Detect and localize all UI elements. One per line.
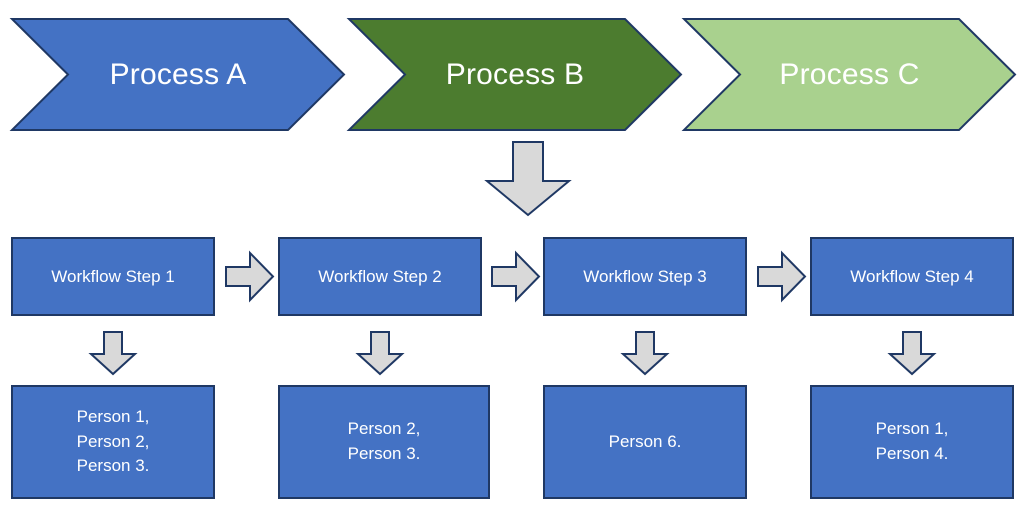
- person-group-4-box[interactable]: Person 1, Person 4.: [810, 385, 1014, 499]
- workflow-step-3-label: Workflow Step 3: [583, 266, 707, 286]
- workflow-step-4-label: Workflow Step 4: [850, 266, 974, 286]
- person-group-1-label: Person 1, Person 2, Person 3.: [76, 407, 150, 476]
- down-arrow-icon: [887, 331, 937, 376]
- process-b-label: Process B: [445, 58, 585, 91]
- right-arrow-icon: [225, 250, 275, 303]
- workflow-step-4-box[interactable]: Workflow Step 4: [810, 237, 1014, 316]
- process-chevron-a[interactable]: Process A: [9, 18, 346, 131]
- person-connector-1: [88, 331, 138, 376]
- step-connector-1-2: [225, 250, 275, 303]
- person-group-2-box[interactable]: Person 2, Person 3.: [278, 385, 490, 499]
- person-group-2-label: Person 2, Person 3.: [347, 419, 421, 463]
- person-group-3-label: Person 6.: [608, 431, 682, 451]
- workflow-step-2-label: Workflow Step 2: [318, 266, 442, 286]
- main-down-arrow: [484, 141, 572, 217]
- down-arrow-icon: [484, 141, 572, 217]
- process-c-label: Process C: [779, 58, 920, 91]
- workflow-step-1-label: Workflow Step 1: [51, 266, 175, 286]
- right-arrow-icon: [757, 250, 807, 303]
- diagram-canvas: Process A Process B Process C Workflow S…: [0, 0, 1024, 511]
- process-a-label: Process A: [109, 58, 247, 91]
- step-connector-3-4: [757, 250, 807, 303]
- workflow-step-1-box[interactable]: Workflow Step 1: [11, 237, 215, 316]
- person-group-3-box[interactable]: Person 6.: [543, 385, 747, 499]
- person-connector-2: [355, 331, 405, 376]
- person-group-4-label: Person 1, Person 4.: [875, 419, 949, 463]
- person-connector-4: [887, 331, 937, 376]
- down-arrow-icon: [88, 331, 138, 376]
- down-arrow-icon: [355, 331, 405, 376]
- process-chevron-b[interactable]: Process B: [346, 18, 683, 131]
- workflow-step-3-box[interactable]: Workflow Step 3: [543, 237, 747, 316]
- process-chevron-c[interactable]: Process C: [681, 18, 1017, 131]
- down-arrow-icon: [620, 331, 670, 376]
- person-group-1-box[interactable]: Person 1, Person 2, Person 3.: [11, 385, 215, 499]
- step-connector-2-3: [491, 250, 541, 303]
- person-connector-3: [620, 331, 670, 376]
- right-arrow-icon: [491, 250, 541, 303]
- workflow-step-2-box[interactable]: Workflow Step 2: [278, 237, 482, 316]
